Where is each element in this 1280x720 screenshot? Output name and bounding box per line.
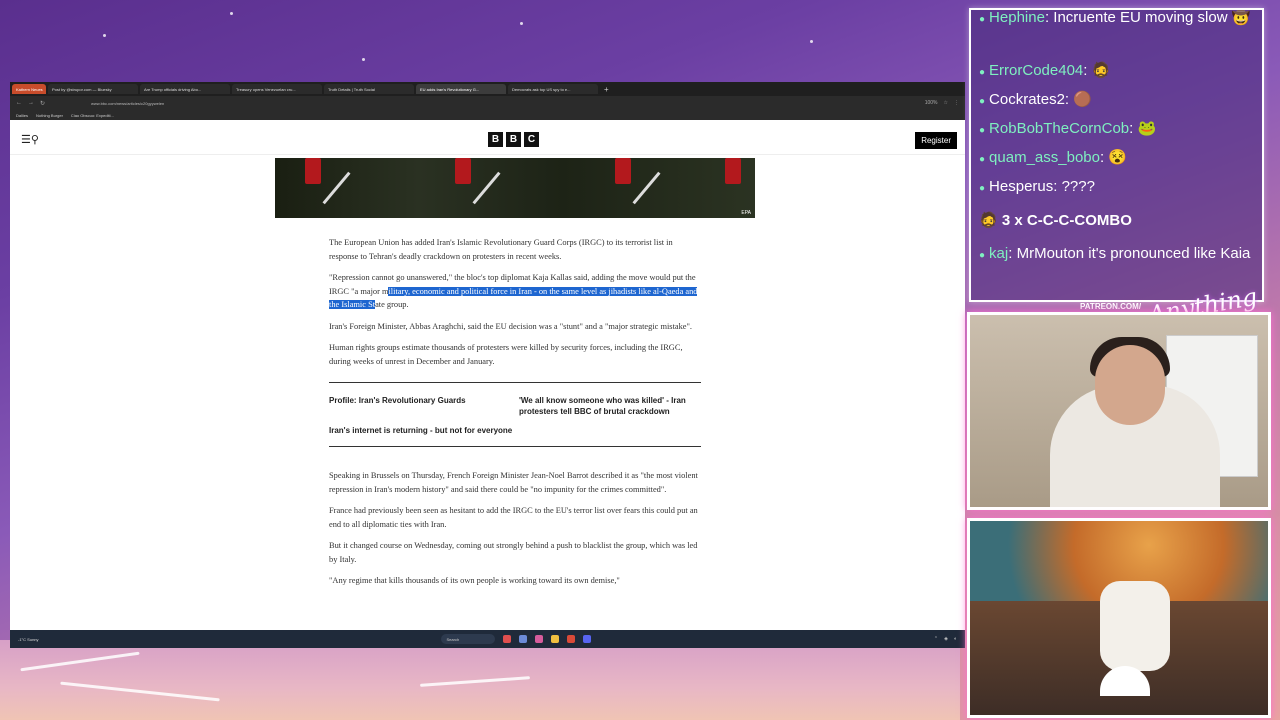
combo-text: 3 x C-C-C-COMBO <box>1001 212 1132 229</box>
article-paragraph: Human rights groups estimate thousands o… <box>329 343 683 366</box>
combo-message: 🧔 3 x C-C-C-COMBO <box>979 209 1254 233</box>
chat-message: ● ErrorCode404: 🧔 <box>979 62 1111 79</box>
menu-search-icon[interactable]: ☰⚲ <box>21 133 39 146</box>
back-icon[interactable]: ← <box>16 100 22 106</box>
article-paragraph: "Any regime that kills thousands of its … <box>329 576 620 585</box>
chat-message: ● quam_ass_bobo: 😵 <box>979 149 1127 166</box>
image-credit: EPA <box>741 210 751 216</box>
bookmark-item[interactable]: Nothing Burger <box>36 113 63 118</box>
article-paragraph: The European Union has added Iran's Isla… <box>329 238 673 261</box>
chat-text: ???? <box>1061 178 1095 195</box>
system-tray: ⌃ ◈ ◐ <box>934 636 957 642</box>
chat-message: ● Cockrates2: 🟤 <box>979 91 1092 108</box>
bbc-header: ☰⚲ B B C Register <box>10 120 965 155</box>
star-icon[interactable]: ☆ <box>944 100 948 106</box>
discord-icon[interactable] <box>582 635 591 643</box>
webcam-room <box>967 518 1271 718</box>
tab-4[interactable]: Truth Details | Truth Social <box>324 84 414 94</box>
article-body: The European Union has added Iran's Isla… <box>329 236 701 596</box>
chat-username: Cockrates2 <box>989 91 1065 108</box>
register-button[interactable]: Register <box>915 132 957 149</box>
app-icon[interactable] <box>518 635 527 643</box>
article-paragraph: Iran's Foreign Minister, Abbas Araghchi,… <box>329 321 693 331</box>
zoom-level[interactable]: 100% <box>925 100 938 106</box>
tab-5-active[interactable]: EU adds Iran's Revolutionary G... <box>416 84 506 94</box>
article-paragraph: But it changed course on Wednesday, comi… <box>329 541 698 564</box>
hero-image: EPA <box>275 158 755 218</box>
weather-widget[interactable]: -1°C Sunny <box>18 637 39 642</box>
tab-strip: Kathern Neues Post by @strupor.com — Blu… <box>10 82 965 96</box>
emote-icon: 🟤 <box>1073 91 1092 108</box>
address-bar: ← → ↻ www.bbc.com/news/articles/c20gyywe… <box>10 96 965 110</box>
weather-desc: Sunny <box>27 636 39 642</box>
related-link[interactable]: 'We all know someone who was killed' - I… <box>519 395 701 417</box>
logo-letter: B <box>506 132 521 147</box>
related-link[interactable]: Profile: Iran's Revolutionary Guards <box>329 395 519 417</box>
new-tab-icon[interactable]: + <box>600 85 613 94</box>
bbc-logo[interactable]: B B C <box>488 132 539 147</box>
related-link[interactable]: Iran's internet is returning - but not f… <box>329 425 519 436</box>
taskbar-search[interactable]: Search <box>440 634 495 644</box>
tab-3[interactable]: Treasury opens Venezuelan cru... <box>232 84 322 94</box>
app-icon[interactable] <box>534 635 543 643</box>
stream-chat: ● Hephine: Incruente EU moving slow 🤠 ● Er… <box>969 8 1264 302</box>
streamer-face <box>1095 345 1165 425</box>
tab-1[interactable]: Post by @strupor.com — Bluesky <box>48 84 138 94</box>
emote-icon: 🧔 <box>1091 62 1111 79</box>
chat-username: kaj <box>989 245 1009 262</box>
chat-text: MrMouton it's pronounced like Kaia <box>1016 245 1251 262</box>
browser-window: Kathern Neues Post by @strupor.com — Blu… <box>10 82 965 648</box>
webcam-face <box>967 312 1271 510</box>
emote-icon: 🧔 <box>979 212 998 229</box>
url-field[interactable]: www.bbc.com/news/articles/c20gyywelen <box>91 101 164 106</box>
extensions-icon[interactable]: ⋮ <box>954 100 959 106</box>
tab-6[interactable]: Democrats ask top US spy to e... <box>508 84 598 94</box>
tab-2[interactable]: Are Trump officials driving Abo... <box>140 84 230 94</box>
weather-temp: -1°C <box>18 636 27 642</box>
wave-decoration <box>0 640 960 720</box>
bbc-page: ☰⚲ B B C Register EPA The European Union… <box>10 120 965 638</box>
chat-message: ● Hephine: Incruente EU moving slow 🤠 <box>979 9 1251 26</box>
network-icon[interactable]: ◈ <box>944 636 948 642</box>
patreon-label: PATREON.COM/ <box>1080 302 1142 311</box>
chat-username: ErrorCode404 <box>989 62 1084 79</box>
chat-username: RobBobTheCornCob <box>989 120 1130 137</box>
tab-0[interactable]: Kathern Neues <box>12 84 46 94</box>
windows-taskbar: -1°C Sunny Search ⌃ ◈ ◐ <box>10 630 965 648</box>
article-paragraph: Speaking in Brussels on Thursday, French… <box>329 471 698 494</box>
app-icon[interactable] <box>502 635 511 643</box>
chevron-up-icon[interactable]: ⌃ <box>934 636 938 642</box>
article-paragraph-highlighted: "Repression cannot go unanswered," the b… <box>329 271 701 312</box>
chat-username: Hesperus <box>989 178 1054 195</box>
chat-text: Incruente EU moving slow <box>1053 9 1228 26</box>
volume-icon[interactable]: ◐ <box>954 636 957 642</box>
chat-username: quam_ass_bobo <box>989 149 1100 166</box>
bookmark-item[interactable]: Dallies <box>16 113 28 118</box>
paragraph-text: ate group. <box>375 300 409 309</box>
chat-message: ● Hesperus: ???? <box>979 178 1095 195</box>
chat-message: ● kaj: MrMouton it's pronounced like Kaia <box>979 245 1251 262</box>
emote-icon: 🐸 <box>1137 120 1157 137</box>
folder-icon[interactable] <box>550 635 559 643</box>
bookmark-item[interactable]: Ciao Obscuo: Expediti... <box>71 113 114 118</box>
logo-letter: B <box>488 132 503 147</box>
chat-message: ● RobBobTheCornCob: 🐸 <box>979 120 1157 137</box>
related-links: Profile: Iran's Revolutionary Guards 'We… <box>329 382 701 447</box>
browser-icon[interactable] <box>566 635 575 643</box>
forward-icon[interactable]: → <box>28 100 34 106</box>
chat-username: Hephine <box>989 9 1045 26</box>
person-bending <box>1100 581 1170 671</box>
article-paragraph: France had previously been seen as hesit… <box>329 506 698 529</box>
logo-letter: C <box>524 132 539 147</box>
emote-icon: 😵 <box>1108 149 1127 166</box>
reload-icon[interactable]: ↻ <box>40 100 45 107</box>
